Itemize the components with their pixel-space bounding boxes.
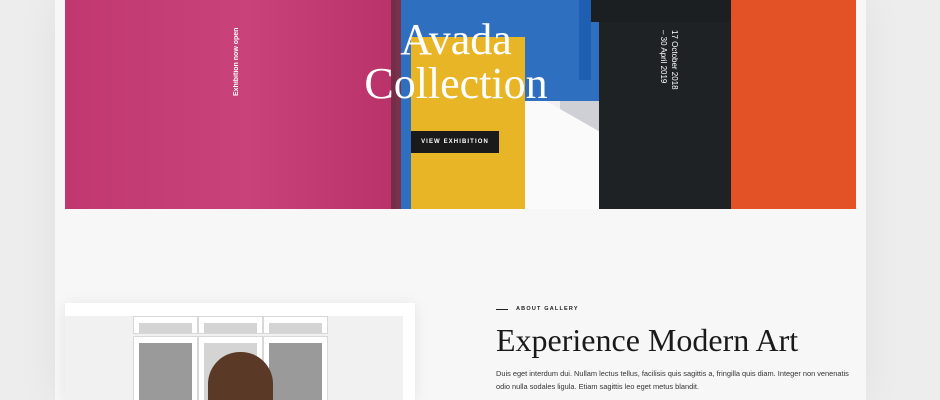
view-exhibition-button[interactable]: VIEW EXHIBITION bbox=[411, 131, 499, 153]
art-frame bbox=[133, 336, 198, 400]
gallery-image-card bbox=[65, 303, 415, 400]
eyebrow-divider bbox=[496, 309, 508, 310]
artwork bbox=[139, 343, 192, 400]
artwork bbox=[139, 323, 192, 333]
art-frame bbox=[263, 316, 328, 334]
hero-title: Avada Collection bbox=[340, 18, 572, 106]
section-paragraph: Duis eget interdum dui. Nullam lectus te… bbox=[496, 369, 849, 391]
exhibition-dates: 17 October 2018 – 30 April 2019 bbox=[656, 30, 680, 92]
hero-orange-wall bbox=[731, 0, 856, 209]
section-heading: Experience Modern Art bbox=[496, 322, 799, 358]
gallery-photo bbox=[65, 316, 403, 400]
art-frame bbox=[198, 316, 263, 334]
hero-dark-top bbox=[585, 0, 731, 22]
artwork bbox=[204, 323, 257, 333]
hero-title-line1: Avada bbox=[400, 15, 512, 64]
exhibition-date-start: 17 October 2018 bbox=[670, 30, 679, 90]
hero-title-line2: Collection bbox=[364, 59, 548, 108]
artwork bbox=[269, 323, 322, 333]
artwork bbox=[269, 343, 322, 400]
section-eyebrow: ABOUT GALLERY bbox=[516, 306, 579, 312]
hero-blue-trim bbox=[579, 0, 591, 80]
exhibition-open-label: Exhibition now open bbox=[233, 27, 240, 96]
exhibition-date-end: – 30 April 2019 bbox=[659, 30, 668, 84]
art-frame bbox=[133, 316, 198, 334]
